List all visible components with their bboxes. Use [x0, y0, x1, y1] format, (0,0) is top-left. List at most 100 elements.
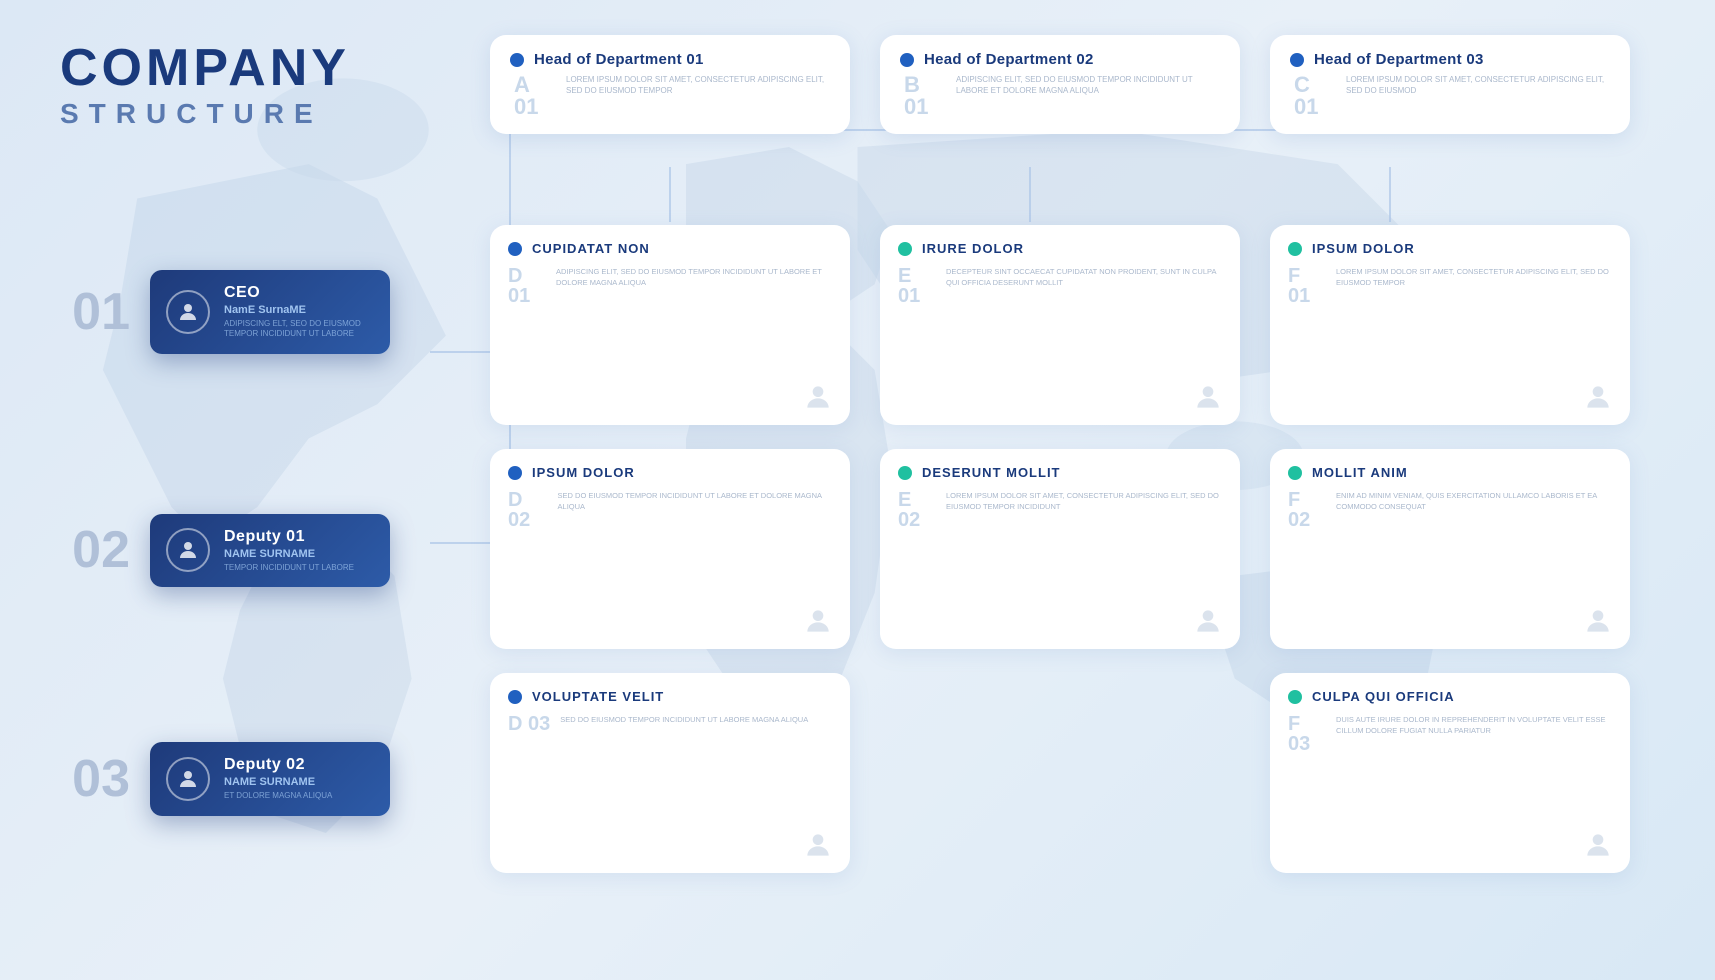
dept-grid: CUPIDATAT NON D 01 ADIPISCING ELIT, SED … — [490, 225, 1630, 873]
dept-code: E 02 — [898, 490, 936, 530]
header3-dot — [1290, 53, 1304, 67]
dept-avatar-icon — [802, 381, 834, 413]
dept-title: IPSUM DOLOR — [1312, 241, 1415, 256]
title-company: COMPANY — [60, 40, 350, 97]
ceo-name: NamE SurnaME — [224, 304, 370, 316]
header3-top: Head of Department 03 — [1290, 51, 1610, 68]
dept-code: D 02 — [508, 490, 548, 530]
top-headers: Head of Department 01 A 01 LOREM IPSUM D… — [490, 35, 1630, 134]
row-block-deputy2: 03 Deputy 02 NAME SURNAME ET DOLORE MAGN… — [60, 742, 390, 815]
header3-text: LOREM IPSUM DOLOR SIT AMET, CONSECTETUR … — [1346, 74, 1610, 96]
header2-title: Head of Department 02 — [924, 51, 1094, 68]
dept-desc: SED DO EIUSMOD TEMPOR INCIDIDUNT UT LABO… — [558, 490, 832, 513]
title-structure: STRUCTURE — [60, 99, 350, 130]
dept-title: MOLLIT ANIM — [1312, 465, 1408, 480]
deputy1-avatar — [166, 528, 210, 572]
dept-header: IPSUM DOLOR — [1288, 241, 1612, 256]
deputy1-name: NAME SURNAME — [224, 548, 370, 560]
dept-avatar-icon — [802, 829, 834, 861]
header2-code: B 01 — [904, 74, 944, 118]
dept-dot — [1288, 466, 1302, 480]
dept-title: CULPA QUI OFFICIA — [1312, 689, 1455, 704]
dept-code: F 01 — [1288, 266, 1326, 306]
dept-code: D 03 — [508, 714, 550, 734]
dept-header: MOLLIT ANIM — [1288, 465, 1612, 480]
dept-desc: DECEPTEUR SINT OCCAECAT CUPIDATAT NON PR… — [946, 266, 1222, 289]
dept-card-d-03: VOLUPTATE VELIT D 03 SED DO EIUSMOD TEMP… — [490, 673, 850, 873]
header2-text: ADIPISCING ELIT, SED DO EIUSMOD TEMPOR I… — [956, 74, 1220, 96]
deputy2-desc: ET DOLORE MAGNA ALIQUA — [224, 791, 370, 801]
header1-text: LOREM IPSUM DOLOR SIT AMET, CONSECTETUR … — [566, 74, 830, 96]
dept-body: D 02 SED DO EIUSMOD TEMPOR INCIDIDUNT UT… — [508, 490, 832, 530]
dept-body: D 01 ADIPISCING ELIT, SED DO EIUSMOD TEM… — [508, 266, 832, 306]
dept-title: DESERUNT MOLLIT — [922, 465, 1061, 480]
person-card-deputy2: Deputy 02 NAME SURNAME ET DOLORE MAGNA A… — [150, 742, 390, 815]
dept-code: E 01 — [898, 266, 936, 306]
dept-card-e-02: DESERUNT MOLLIT E 02 LOREM IPSUM DOLOR S… — [880, 449, 1240, 649]
dept-dot — [508, 242, 522, 256]
dept-card-f-01: IPSUM DOLOR F 01 LOREM IPSUM DOLOR SIT A… — [1270, 225, 1630, 425]
dept-avatar-icon — [1582, 829, 1614, 861]
person-card-deputy1: Deputy 01 NAME SURNAME TEMPOR INCIDIDUNT… — [150, 514, 390, 587]
dept-avatar-icon — [1582, 381, 1614, 413]
dept-header: DESERUNT MOLLIT — [898, 465, 1222, 480]
dept-card-f-03: CULPA QUI OFFICIA F 03 DUIS AUTE IRURE D… — [1270, 673, 1630, 873]
dept-body: F 02 ENIM AD MINIM VENIAM, QUIS EXERCITA… — [1288, 490, 1612, 530]
deputy2-name: NAME SURNAME — [224, 776, 370, 788]
dept-header: IPSUM DOLOR — [508, 465, 832, 480]
dept-dot — [898, 242, 912, 256]
header1-body: A 01 LOREM IPSUM DOLOR SIT AMET, CONSECT… — [510, 74, 830, 118]
dept-body: E 01 DECEPTEUR SINT OCCAECAT CUPIDATAT N… — [898, 266, 1222, 306]
title-section: COMPANY STRUCTURE — [60, 40, 350, 130]
page-container: COMPANY STRUCTURE 01 — [0, 0, 1715, 980]
ceo-role: CEO — [224, 284, 370, 302]
dept-title: IPSUM DOLOR — [532, 465, 635, 480]
dept-card-e-01: IRURE DOLOR E 01 DECEPTEUR SINT OCCAECAT… — [880, 225, 1240, 425]
dept-card-f-02: MOLLIT ANIM F 02 ENIM AD MINIM VENIAM, Q… — [1270, 449, 1630, 649]
dept-dot — [508, 466, 522, 480]
deputy1-info: Deputy 01 NAME SURNAME TEMPOR INCIDIDUNT… — [224, 528, 370, 573]
dept-avatar-icon — [1192, 605, 1224, 637]
header1-dot — [510, 53, 524, 67]
dept-avatar-icon — [802, 605, 834, 637]
dept-dot — [508, 690, 522, 704]
dept-avatar-icon — [1582, 605, 1614, 637]
dept-title: VOLUPTATE VELIT — [532, 689, 664, 704]
dept-header: CULPA QUI OFFICIA — [1288, 689, 1612, 704]
header1-title: Head of Department 01 — [534, 51, 704, 68]
dept-desc: ADIPISCING ELIT, SED DO EIUSMOD TEMPOR I… — [556, 266, 832, 289]
dept-title: CUPIDATAT NON — [532, 241, 650, 256]
dept-desc: LOREM IPSUM DOLOR SIT AMET, CONSECTETUR … — [946, 490, 1222, 513]
dept-desc: DUIS AUTE IRURE DOLOR IN REPREHENDERIT I… — [1336, 714, 1612, 737]
dept-avatar-icon — [1192, 381, 1224, 413]
row-number-3: 03 — [60, 753, 130, 805]
header3-title: Head of Department 03 — [1314, 51, 1484, 68]
dept-desc: ENIM AD MINIM VENIAM, QUIS EXERCITATION … — [1336, 490, 1612, 513]
row-number-1: 01 — [60, 286, 130, 338]
dept-desc: LOREM IPSUM DOLOR SIT AMET, CONSECTETUR … — [1336, 266, 1612, 289]
header3-code: C 01 — [1294, 74, 1334, 118]
header2-body: B 01 ADIPISCING ELIT, SED DO EIUSMOD TEM… — [900, 74, 1220, 118]
deputy2-avatar — [166, 757, 210, 801]
dept-desc: SED DO EIUSMOD TEMPOR INCIDIDUNT UT LABO… — [560, 714, 808, 725]
row-block-deputy1: 02 Deputy 01 NAME SURNAME TEMPOR INCIDID… — [60, 514, 390, 587]
dept-header: CUPIDATAT NON — [508, 241, 832, 256]
dept-card-d-01: CUPIDATAT NON D 01 ADIPISCING ELIT, SED … — [490, 225, 850, 425]
header-card-1: Head of Department 01 A 01 LOREM IPSUM D… — [490, 35, 850, 134]
header1-code: A 01 — [514, 74, 554, 118]
ceo-avatar — [166, 290, 210, 334]
person-card-ceo: CEO NamE SurnaME ADIPISCING ELT, SEO DO … — [150, 270, 390, 354]
dept-dot — [1288, 242, 1302, 256]
deputy2-info: Deputy 02 NAME SURNAME ET DOLORE MAGNA A… — [224, 756, 370, 801]
dept-header: VOLUPTATE VELIT — [508, 689, 832, 704]
dept-title: IRURE DOLOR — [922, 241, 1024, 256]
header-card-2: Head of Department 02 B 01 ADIPISCING EL… — [880, 35, 1240, 134]
dept-header: IRURE DOLOR — [898, 241, 1222, 256]
deputy2-role: Deputy 02 — [224, 756, 370, 774]
ceo-info: CEO NamE SurnaME ADIPISCING ELT, SEO DO … — [224, 284, 370, 340]
dept-body: D 03 SED DO EIUSMOD TEMPOR INCIDIDUNT UT… — [508, 714, 832, 734]
dept-body: F 01 LOREM IPSUM DOLOR SIT AMET, CONSECT… — [1288, 266, 1612, 306]
dept-dot — [898, 466, 912, 480]
deputy1-desc: TEMPOR INCIDIDUNT UT LABORE — [224, 563, 370, 573]
dept-body: F 03 DUIS AUTE IRURE DOLOR IN REPREHENDE… — [1288, 714, 1612, 754]
